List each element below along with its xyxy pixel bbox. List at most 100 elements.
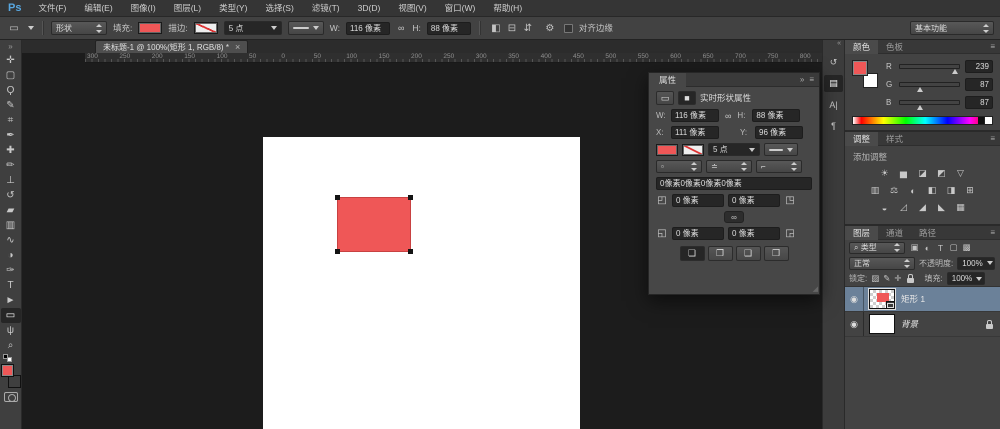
fill-opacity-input[interactable]: 100% (947, 272, 985, 285)
resize-grip-icon[interactable]: ◢ (813, 285, 818, 293)
tab-channels[interactable]: 通道 (878, 226, 911, 240)
menu-item[interactable]: 图层(L) (165, 0, 210, 17)
tab-color[interactable]: 颜色 (845, 40, 878, 54)
prop-stroke-width-select[interactable]: 5 点 (708, 143, 760, 156)
move-tool[interactable]: ✛ (1, 53, 21, 68)
lock-image-pixels-icon[interactable]: ✎ (883, 273, 890, 284)
color-spectrum-ramp[interactable] (852, 116, 993, 125)
tool-mode-select[interactable]: 形状 (51, 21, 107, 35)
path-selection-tool[interactable]: ► (1, 293, 21, 308)
curves-icon[interactable]: ◪ (915, 167, 930, 180)
channel-slider[interactable] (899, 64, 960, 69)
menu-item[interactable]: 3D(D) (349, 0, 390, 17)
menu-item[interactable]: 图像(I) (122, 0, 165, 17)
healing-brush-tool[interactable]: ✚ (1, 143, 21, 158)
anchor-point[interactable] (335, 195, 340, 200)
stroke-color-swatch[interactable] (194, 22, 218, 34)
corner-topleft-input[interactable]: 0 像素 (672, 194, 724, 207)
selective-color-icon[interactable]: ◣ (934, 201, 949, 214)
prop-stroke-swatch[interactable] (682, 144, 704, 156)
hand-tool[interactable]: ψ (1, 323, 21, 338)
channel-slider[interactable] (899, 100, 960, 105)
prop-stroke-type-select[interactable] (764, 143, 798, 156)
menu-item[interactable]: 滤镜(T) (303, 0, 349, 17)
history-brush-tool[interactable]: ↺ (1, 188, 21, 203)
panel-menu-icon[interactable]: ≡ (990, 228, 1000, 237)
smudge-tool[interactable]: ∿ (1, 233, 21, 248)
tab-adjustments[interactable]: 调整 (845, 132, 878, 146)
quick-selection-tool[interactable]: ✎ (1, 98, 21, 113)
gradient-map-icon[interactable]: ▦ (953, 201, 968, 214)
opacity-input[interactable]: 100% (957, 257, 995, 270)
subtract-shape-button[interactable]: ❐ (708, 246, 733, 261)
shape-properties-icon[interactable]: ▭ (656, 91, 674, 105)
stroke-caps-icon[interactable]: ≐ (706, 160, 752, 173)
marquee-tool[interactable]: ▢ (1, 68, 21, 83)
intersect-shapes-button[interactable]: ❑ (736, 246, 761, 261)
foreground-color-swatch[interactable] (852, 60, 868, 76)
lock-transparent-pixels-icon[interactable]: ▨ (871, 273, 879, 284)
layer-row-rectangle-1[interactable]: ◉ 矩形 1 (845, 287, 1000, 312)
layer-name[interactable]: 背景 (901, 318, 918, 330)
clone-stamp-tool[interactable]: ⊥ (1, 173, 21, 188)
character-panel-icon[interactable]: A| (824, 96, 843, 113)
invert-icon[interactable]: ◒ (877, 201, 892, 214)
menu-item[interactable]: 帮助(H) (484, 0, 531, 17)
canvas[interactable] (263, 137, 580, 429)
properties-panel-header[interactable]: 属性 » ≡ (649, 73, 819, 87)
shape-rectangle[interactable] (337, 197, 411, 252)
vibrance-icon[interactable]: ▽ (953, 167, 968, 180)
menu-item[interactable]: 选择(S) (256, 0, 302, 17)
corner-topright-input[interactable]: 0 像素 (728, 194, 780, 207)
filter-type-layers-icon[interactable]: T (934, 242, 947, 254)
stroke-align-icon[interactable]: ▫ (656, 160, 702, 173)
visibility-eye-icon[interactable]: ◉ (845, 312, 864, 336)
slider-thumb-icon[interactable] (952, 69, 958, 74)
panel-menu-icon[interactable]: ≡ (990, 134, 1000, 143)
path-alignment-icon[interactable]: ⊟ (504, 21, 520, 36)
layer-thumbnail[interactable] (869, 314, 895, 334)
gradient-tool[interactable]: ▥ (1, 218, 21, 233)
visibility-eye-icon[interactable]: ◉ (845, 287, 864, 311)
corner-radius-summary[interactable]: 0像素0像素0像素0像素 (656, 177, 812, 190)
type-tool[interactable]: T (1, 278, 21, 293)
exclude-shapes-button[interactable]: ❒ (764, 246, 789, 261)
channel-value-input[interactable]: 239 (965, 60, 993, 73)
brightness-contrast-icon[interactable]: ☀ (877, 167, 892, 180)
panel-menu-icon[interactable]: ≡ (990, 42, 1000, 51)
menu-item[interactable]: 编辑(E) (75, 0, 121, 17)
tool-preset-arrow-icon[interactable] (28, 26, 34, 30)
align-edges-checkbox[interactable] (564, 24, 573, 33)
lock-all-icon[interactable] (907, 278, 914, 283)
filter-adjustment-layers-icon[interactable]: ◐ (921, 242, 934, 254)
tool-preset-icon[interactable]: ▭ (6, 21, 22, 36)
history-panel-icon[interactable]: ↺ (824, 54, 843, 71)
fill-color-swatch[interactable] (138, 22, 162, 34)
anchor-point[interactable] (408, 249, 413, 254)
eyedropper-tool[interactable]: ✒ (1, 128, 21, 143)
menu-item[interactable]: 窗口(W) (436, 0, 485, 17)
anchor-point[interactable] (408, 195, 413, 200)
blend-mode-select[interactable]: 正常 (849, 257, 915, 270)
channel-value-input[interactable]: 87 (965, 78, 993, 91)
foreground-color-swatch[interactable] (1, 364, 14, 377)
tab-swatches[interactable]: 色板 (878, 40, 911, 54)
panel-menu-icon[interactable]: ≡ (809, 75, 814, 84)
path-operations-icon[interactable]: ◧ (488, 21, 504, 36)
filter-shape-layers-icon[interactable]: ▢ (947, 242, 960, 254)
exposure-icon[interactable]: ◩ (934, 167, 949, 180)
corner-bottomleft-input[interactable]: 0 像素 (672, 227, 724, 240)
filter-smart-objects-icon[interactable]: ▩ (960, 242, 973, 254)
lock-position-icon[interactable]: ✛ (894, 273, 901, 284)
document-tab[interactable]: 未标题-1 @ 100%(矩形 1, RGB/8) * × (95, 40, 248, 53)
prop-fill-swatch[interactable] (656, 144, 678, 156)
path-arrangement-icon[interactable]: ⇵ (520, 21, 536, 36)
crop-tool[interactable]: ⌗ (1, 113, 21, 128)
layer-filter-kind-select[interactable]: ⌕ 类型 (849, 242, 905, 254)
properties-panel-icon[interactable]: ▤ (824, 75, 843, 92)
menu-item[interactable]: 文件(F) (29, 0, 75, 17)
channel-slider[interactable] (899, 82, 960, 87)
shape-width-input[interactable]: 116 像素 (346, 22, 390, 35)
paragraph-panel-icon[interactable]: ¶ (824, 117, 843, 134)
menu-item[interactable]: 类型(Y) (210, 0, 256, 17)
